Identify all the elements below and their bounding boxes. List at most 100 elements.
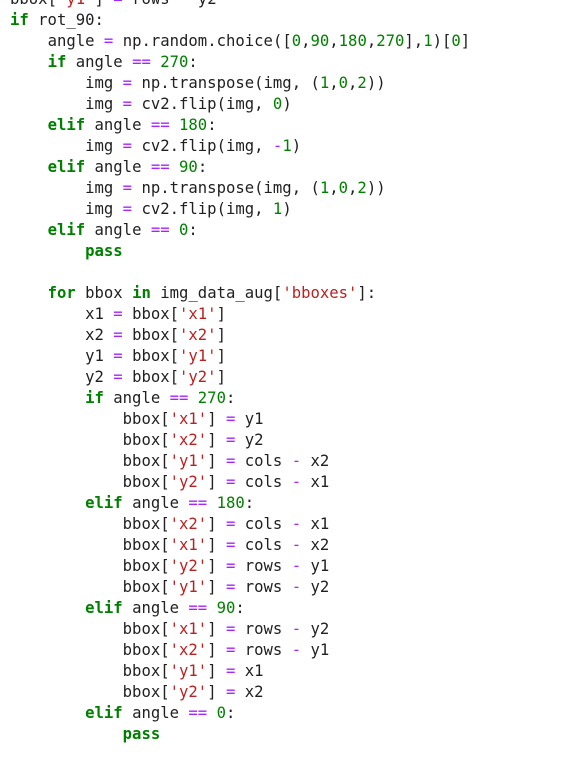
code-token: bbox: [122, 557, 161, 575]
code-token: 'x2': [169, 515, 208, 533]
code-token: if: [10, 11, 29, 29]
code-token: )): [366, 74, 386, 92]
code-token: ): [291, 137, 302, 155]
code-token: ,: [301, 32, 311, 50]
code-token: )): [366, 179, 386, 197]
code-token: ,: [254, 137, 264, 155]
code-token: ]: [207, 557, 217, 575]
code-token: =: [113, 0, 122, 8]
code-token: .: [160, 179, 170, 197]
code-token: 'x1': [179, 305, 217, 323]
code-token: (: [254, 179, 264, 197]
code-token: .: [169, 200, 180, 218]
code-token: in: [132, 284, 151, 302]
code-token: bbox: [122, 473, 161, 491]
code-token: y2: [310, 620, 330, 638]
code-token: -: [291, 473, 302, 491]
code-token: (: [216, 95, 226, 113]
code-token: angle: [94, 116, 142, 134]
code-token: bbox: [122, 431, 161, 449]
code-token: -: [272, 137, 283, 155]
code-token: =: [122, 74, 133, 92]
code-token: bbox: [122, 410, 161, 428]
code-token: =: [122, 137, 133, 155]
code-token: ]:: [357, 284, 377, 302]
code-token: 'x1': [169, 536, 208, 554]
code-token: flip: [179, 137, 217, 155]
code-token: ,: [291, 179, 302, 197]
code-token: =: [225, 620, 236, 638]
code-token: 270: [376, 32, 405, 50]
code-token: [: [160, 431, 170, 449]
code-token: img: [85, 74, 114, 92]
code-token: np: [122, 32, 142, 50]
code-token: [: [160, 473, 170, 491]
code-token: 1: [282, 137, 292, 155]
code-token: x1: [310, 473, 330, 491]
code-token: =: [225, 452, 236, 470]
code-token: x1: [85, 305, 104, 323]
code-token: ): [282, 200, 292, 218]
code-token: 'y1': [169, 578, 208, 596]
code-token: 'y2': [169, 557, 208, 575]
code-token: =: [225, 536, 236, 554]
code-token: ,: [329, 179, 339, 197]
code-token: cols: [244, 452, 283, 470]
code-token: :: [197, 158, 208, 176]
code-token: =: [225, 473, 236, 491]
code-token: angle: [75, 53, 123, 71]
code-token: 'y2': [169, 683, 208, 701]
code-token: angle: [94, 158, 142, 176]
code-token: flip: [179, 200, 217, 218]
code-token: elif: [47, 116, 86, 134]
code-token: x2: [310, 536, 330, 554]
code-token: angle: [113, 389, 161, 407]
code-token: =: [225, 557, 236, 575]
code-token: 180: [179, 116, 208, 134]
code-token: img: [225, 95, 255, 113]
code-line: if angle == 270:: [10, 388, 235, 409]
code-token: 'x2': [169, 641, 208, 659]
code-token: x2: [310, 452, 330, 470]
code-token: 'y1': [169, 452, 208, 470]
code-token: :: [244, 494, 255, 512]
code-token: 0: [179, 221, 189, 239]
code-token: bbox: [122, 452, 161, 470]
code-token: cv2: [141, 200, 170, 218]
code-token: 'y2': [179, 368, 217, 386]
code-token: random: [150, 32, 208, 50]
code-token: -: [291, 452, 302, 470]
code-token: 1: [319, 179, 330, 197]
code-token: flip: [179, 95, 217, 113]
code-token: ]: [207, 536, 217, 554]
code-token: ]: [207, 662, 217, 680]
code-cell[interactable]: bbox['y1'] = rows - y2if rot_90: angle =…: [0, 0, 562, 757]
code-token: 270: [197, 389, 226, 407]
code-token: bbox: [122, 578, 161, 596]
